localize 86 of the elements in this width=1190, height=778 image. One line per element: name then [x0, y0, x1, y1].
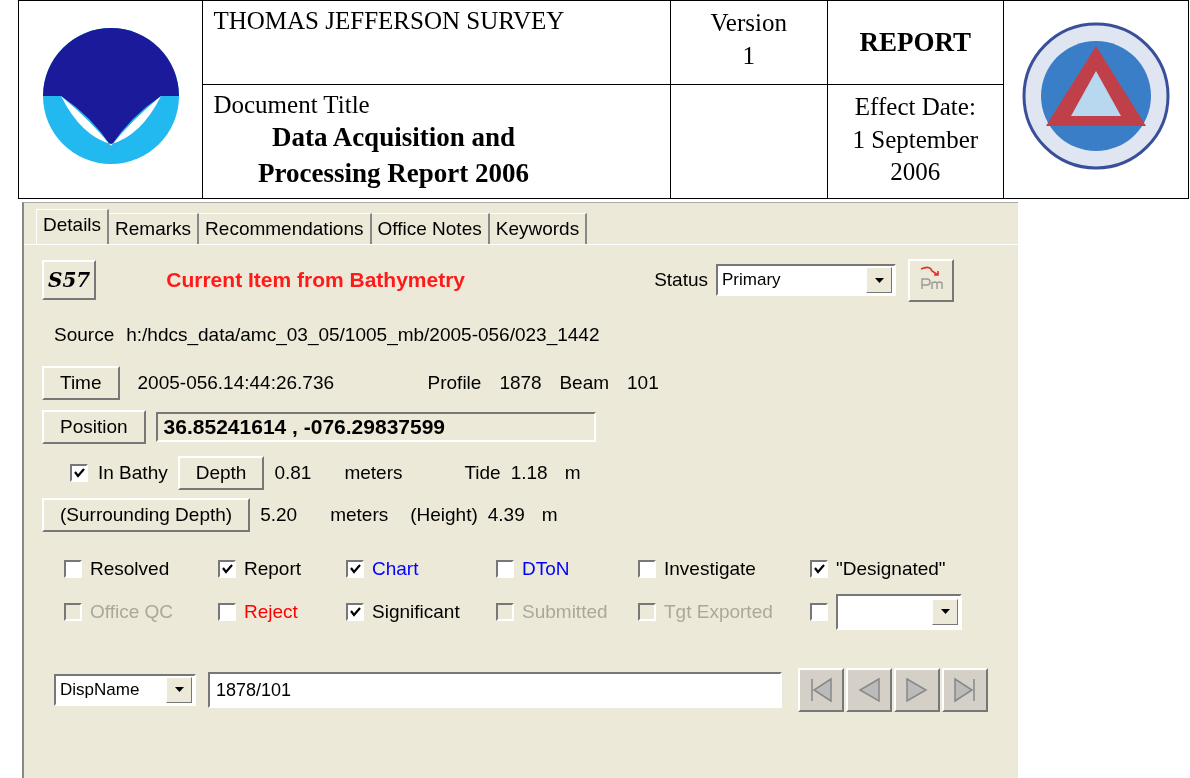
- profile-value: 1878: [499, 371, 540, 394]
- position-button[interactable]: Position: [42, 409, 146, 444]
- checkbox[interactable]: [810, 559, 828, 578]
- checkbox-label: Resolved: [90, 557, 170, 580]
- checkbox[interactable]: [496, 559, 514, 578]
- status-label: Status: [654, 269, 708, 292]
- tide-unit: m: [564, 461, 581, 484]
- surrounding-depth-button[interactable]: (Surrounding Depth): [42, 497, 251, 532]
- checkbox-label: Investigate: [664, 557, 756, 580]
- height-unit: m: [541, 503, 558, 526]
- depth-button[interactable]: Depth: [177, 455, 265, 490]
- effect-date: 2006: [889, 157, 942, 187]
- checkbox[interactable]: [810, 602, 828, 621]
- next-button[interactable]: [894, 667, 940, 712]
- time-value: 2005-056.14:44:26.736: [137, 371, 336, 394]
- last-button[interactable]: [942, 667, 988, 712]
- flag-dropdown[interactable]: [836, 593, 962, 630]
- checkbox[interactable]: [70, 463, 88, 482]
- dropdown-arrow-icon: [940, 609, 950, 615]
- checkbox[interactable]: [346, 602, 364, 621]
- checkbox-label: Report: [244, 557, 302, 580]
- checkbox-label: Reject: [244, 600, 298, 623]
- source-path: h:/hdcs_data/amc_03_05/1005_mb/2005-056/023_1442: [126, 323, 600, 346]
- skip-back-icon: [809, 676, 833, 703]
- survey-title: THOMAS JEFFERSON SURVEY: [213, 7, 565, 34]
- version-label: Version: [710, 9, 787, 36]
- check-icon: [349, 606, 361, 617]
- checkbox[interactable]: [638, 559, 656, 578]
- document-title-label: Document Title: [213, 91, 371, 119]
- check-icon: [813, 563, 825, 574]
- checkbox[interactable]: [64, 559, 82, 578]
- pm-arrow-icon: [918, 264, 944, 291]
- dropdown-arrow-icon: [874, 277, 884, 283]
- beam-label: Beam: [559, 371, 610, 394]
- depth-value: 0.81: [274, 461, 313, 484]
- check-icon: [73, 467, 85, 478]
- source-label: Source: [54, 323, 115, 346]
- checkbox[interactable]: [218, 602, 236, 621]
- effect-date-label: Effect Date:: [853, 92, 977, 122]
- tab[interactable]: Keywords: [489, 212, 588, 244]
- tab[interactable]: Office Notes: [371, 212, 490, 244]
- effect-date: 1 September: [851, 124, 980, 155]
- time-button[interactable]: Time: [42, 365, 120, 400]
- checkbox-label: Significant: [372, 600, 460, 623]
- checkbox[interactable]: [346, 559, 364, 578]
- profile-label: Profile: [427, 371, 482, 394]
- back-icon: [857, 676, 881, 703]
- circle-logo-icon: [40, 26, 181, 167]
- checkbox-label: Office QC: [90, 600, 174, 623]
- report-label: REPORT: [859, 26, 972, 57]
- version-number: 1: [742, 41, 755, 69]
- depth-unit: meters: [344, 461, 404, 484]
- seal-logo-icon: [1020, 21, 1171, 172]
- tab[interactable]: Recommendations: [199, 212, 372, 244]
- document-title: Processing Report 2006: [257, 157, 529, 191]
- height-value: 4.39: [487, 503, 526, 526]
- status-dropdown[interactable]: Primary: [716, 264, 896, 297]
- current-item-title: Current Item from Bathymetry: [166, 268, 465, 293]
- height-label: (Height): [410, 503, 478, 526]
- surrounding-depth-value: 5.20: [260, 503, 299, 526]
- in-bathy-label: In Bathy: [98, 461, 168, 484]
- tab[interactable]: Details: [36, 208, 110, 244]
- display-name-field[interactable]: 1878/101: [208, 671, 782, 708]
- check-icon: [349, 563, 361, 574]
- tab[interactable]: Remarks: [109, 212, 200, 244]
- checkbox-label: Submitted: [522, 600, 608, 623]
- position-field[interactable]: 36.85241614 , -076.29837599: [155, 411, 596, 442]
- checkbox-label: "Designated": [836, 557, 946, 580]
- tide-label: Tide: [464, 461, 501, 484]
- skip-forward-icon: [953, 676, 977, 703]
- check-icon: [221, 563, 233, 574]
- forward-icon: [905, 676, 929, 703]
- checkbox-label: DToN: [522, 557, 570, 580]
- document-title: Data Acquisition and: [271, 121, 515, 154]
- s57-button[interactable]: S57: [42, 260, 97, 301]
- surrounding-depth-unit: meters: [330, 503, 390, 526]
- checkbox-label: Chart: [372, 557, 419, 580]
- checkbox-label: Tgt Exported: [664, 600, 773, 623]
- display-name-dropdown[interactable]: DispName: [54, 673, 196, 706]
- tide-value: 1.18: [510, 461, 549, 484]
- previous-button[interactable]: [846, 667, 892, 712]
- checkbox[interactable]: [218, 559, 236, 578]
- beam-value: 101: [627, 371, 659, 394]
- first-button[interactable]: [798, 667, 844, 712]
- tool-button[interactable]: [908, 258, 954, 302]
- dropdown-arrow-icon: [174, 687, 184, 693]
